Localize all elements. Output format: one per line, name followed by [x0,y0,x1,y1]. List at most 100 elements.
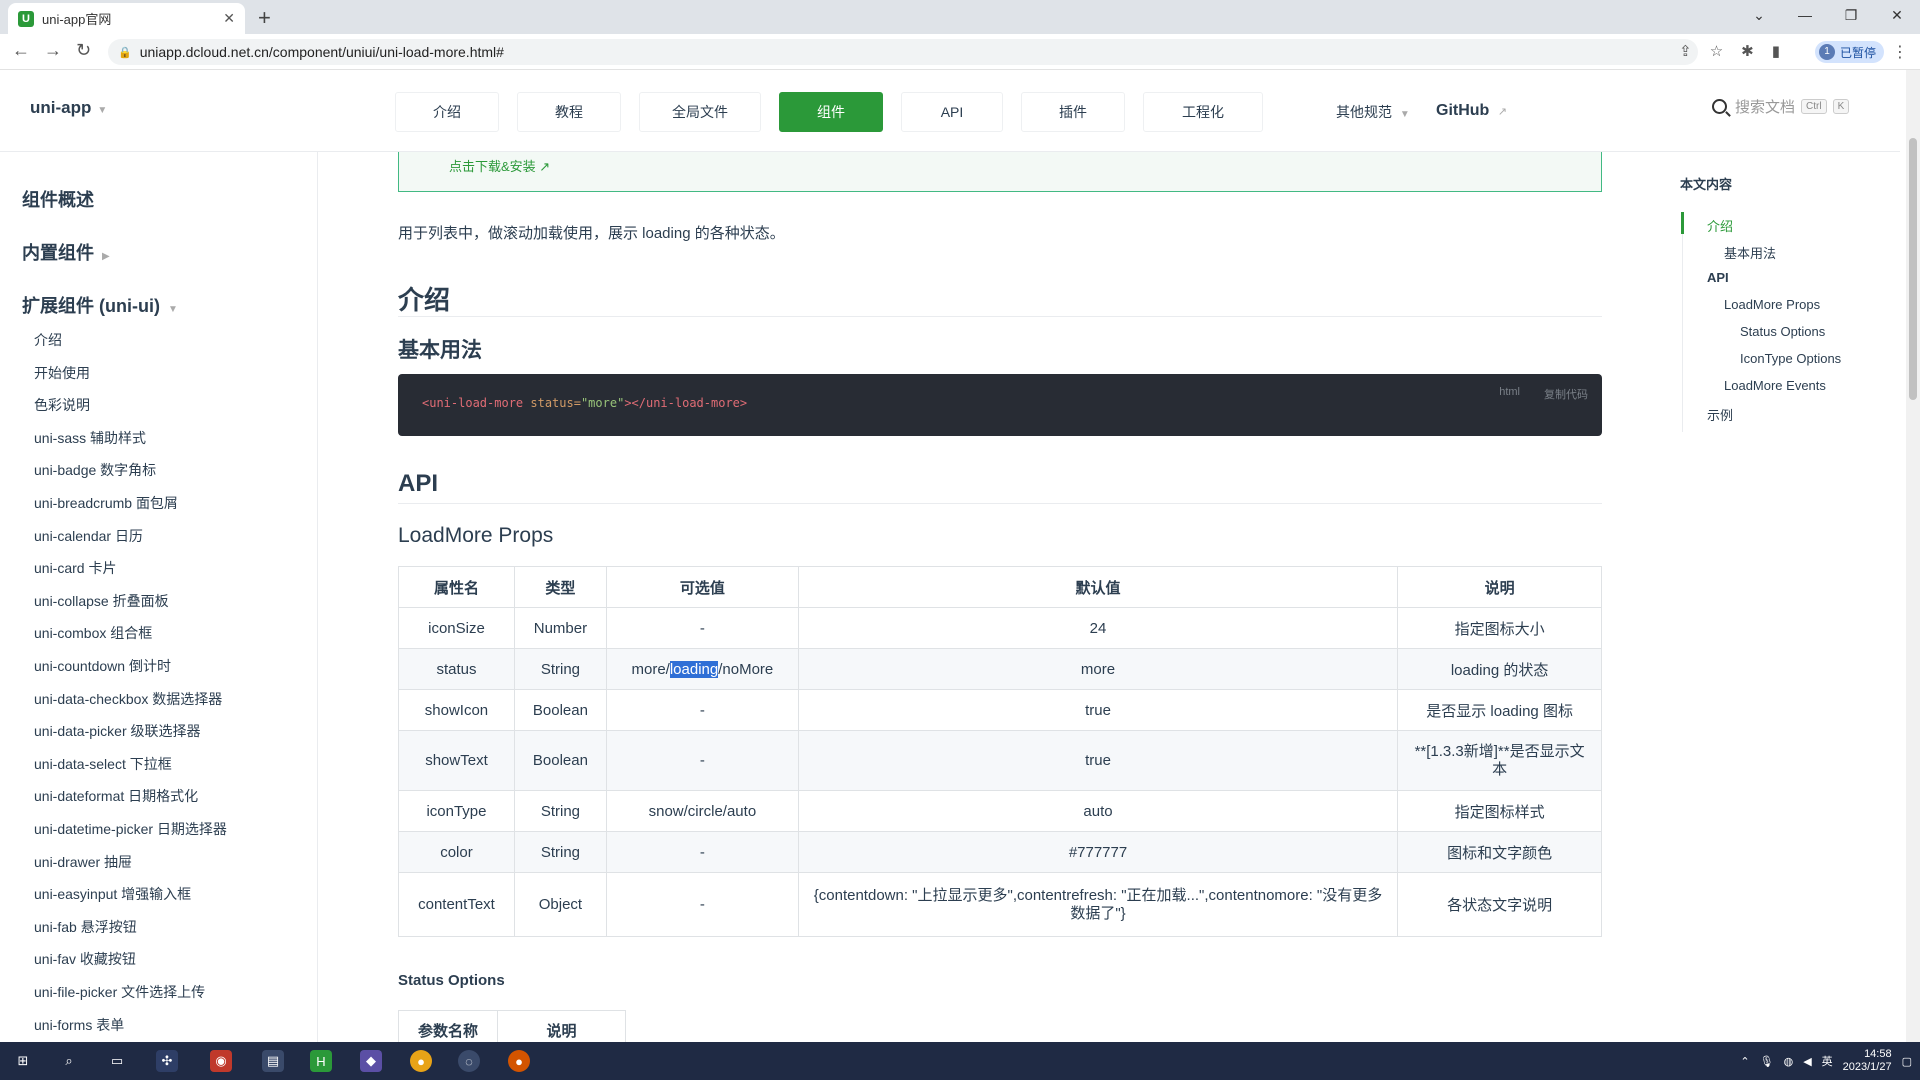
sidebar-item[interactable]: uni-data-select 下拉框 [34,754,172,774]
taskbar-app-icon[interactable]: ✣ [156,1050,178,1072]
toc-item-icontype-options[interactable]: IconType Options [1740,351,1841,366]
status-options-header-row: 参数名称 说明 [398,1010,626,1042]
taskbar-notepad-icon[interactable]: ▤ [262,1050,284,1072]
omnibox-icons: ⇪ ☆ ✱ ▮ [1679,42,1780,60]
download-install-link[interactable]: 点击下载&安装 ↗ [449,156,550,175]
main-content: 点击下载&安装 ↗ 用于列表中，做滚动加载使用，展示 loading 的各种状态… [398,152,1602,1042]
sidebar-item[interactable]: uni-sass 辅助样式 [34,428,146,448]
external-link-icon: ↗ [1497,106,1507,118]
sidebar-section-uniui[interactable]: 扩展组件 (uni-ui) ▼ [22,292,178,318]
reload-icon[interactable]: ↻ [76,40,91,61]
copy-code-button[interactable]: 复制代码 [1544,386,1588,402]
toc-item-loadmore-events[interactable]: LoadMore Events [1724,378,1826,393]
taskbar-app-icon[interactable]: ◉ [210,1050,232,1072]
tray-mic-icon[interactable]: 🎙 [1760,1055,1774,1068]
download-link-text: 点击下载&安装 [449,159,536,174]
sidebar-item[interactable]: 开始使用 [34,363,90,383]
new-tab-icon[interactable]: + [258,5,271,31]
forward-arrow-icon[interactable]: → [44,40,62,61]
sidebar-item[interactable]: uni-data-picker 级联选择器 [34,721,201,741]
sidebar-section-builtin[interactable]: 内置组件 ▶ [22,239,110,265]
restore-icon[interactable]: ❐ [1828,0,1874,30]
sidebar-item[interactable]: 介绍 [34,330,62,350]
table-cell: **[1.3.3新增]**是否显示文本 [1397,730,1602,791]
task-view-icon[interactable]: ▭ [106,1050,128,1072]
sidebar-section-label: 扩展组件 (uni-ui) [22,296,160,316]
tray-clock[interactable]: 14:58 2023/1/27 [1843,1048,1892,1074]
sidebar-item[interactable]: uni-countdown 倒计时 [34,656,171,676]
bookmark-star-icon[interactable]: ☆ [1710,42,1723,60]
minimize-icon[interactable]: — [1782,0,1828,30]
taskbar-chrome-active-icon[interactable]: ● [508,1050,530,1072]
code-lang-label: html [1499,386,1520,398]
search-input[interactable]: 搜索文档 Ctrl K [1712,96,1850,117]
toc-item-api[interactable]: API [1707,270,1729,285]
sidebar-item[interactable]: uni-fab 悬浮按钮 [34,917,137,937]
sidebar-item[interactable]: uni-card 卡片 [34,558,116,578]
tray-chevron-up-icon[interactable]: ⌃ [1740,1055,1749,1068]
address-bar: ← → ↻ 🔒 uniapp.dcloud.net.cn/component/u… [0,34,1920,70]
sidebar-item[interactable]: uni-drawer 抽屉 [34,852,132,872]
nav-api[interactable]: API [901,92,1003,132]
url-input[interactable]: 🔒 uniapp.dcloud.net.cn/component/uniui/u… [108,39,1698,65]
sidebar-item[interactable]: uni-breadcrumb 面包屑 [34,493,178,513]
table-cell: more [797,648,1399,690]
selected-text: loading [669,660,719,678]
extensions-puzzle-icon[interactable]: ✱ [1741,42,1754,60]
site-logo[interactable]: uni-app ▼ [30,98,107,118]
tab-close-icon[interactable]: ✕ [223,10,235,27]
page-scrollbar[interactable] [1906,70,1920,1042]
nav-global-files[interactable]: 全局文件 [639,92,761,132]
close-window-icon[interactable]: ✕ [1874,0,1920,30]
share-icon[interactable]: ⇪ [1679,42,1692,60]
nav-intro[interactable]: 介绍 [395,92,499,132]
table-cell: color [398,831,515,873]
taskbar-search-icon[interactable]: ⌕ [58,1050,80,1072]
toc-item-status-options[interactable]: Status Options [1740,324,1825,339]
side-panel-icon[interactable]: ▮ [1772,42,1780,60]
sidebar-item[interactable]: uni-badge 数字角标 [34,460,156,480]
nav-other-specs[interactable]: 其他规范 ▼ [1336,102,1410,122]
sidebar-item[interactable]: uni-combox 组合框 [34,623,152,643]
toc-item-intro[interactable]: 介绍 [1707,216,1733,235]
sidebar-item[interactable]: uni-dateformat 日期格式化 [34,786,198,806]
nav-tutorial[interactable]: 教程 [517,92,621,132]
taskbar-chrome-icon[interactable]: ● [410,1050,432,1072]
sidebar-item[interactable]: uni-collapse 折叠面板 [34,591,169,611]
sidebar-item[interactable]: uni-file-picker 文件选择上传 [34,982,205,1002]
profile-button[interactable]: 1 已暂停 [1814,41,1884,63]
notification-icon[interactable]: ▢ [1902,1055,1912,1068]
windows-start-icon[interactable]: ⊞ [12,1050,34,1072]
toc-item-loadmore-props[interactable]: LoadMore Props [1724,297,1820,312]
sidebar-item[interactable]: uni-datetime-picker 日期选择器 [34,819,227,839]
heading-status-options: Status Options [398,972,505,989]
sidebar-item[interactable]: uni-fav 收藏按钮 [34,949,136,969]
chevron-down-icon: ▼ [1399,109,1410,120]
sidebar-section-overview[interactable]: 组件概述 [22,186,94,212]
tray-network-icon[interactable]: ◍ [1784,1055,1794,1068]
tab-search-chevron-icon[interactable]: ⌄ [1736,0,1782,30]
sidebar-item[interactable]: uni-easyinput 增强输入框 [34,884,191,904]
table-row: showIcon Boolean - true 是否显示 loading 图标 [398,689,1602,731]
heading-api: API [398,470,439,497]
uni-app-favicon-icon: U [18,10,34,27]
taskbar-hbuilder-icon[interactable]: H [310,1050,332,1072]
back-arrow-icon[interactable]: ← [12,40,30,61]
sidebar-item[interactable]: uni-forms 表单 [34,1015,124,1035]
sidebar-item[interactable]: 色彩说明 [34,395,90,415]
taskbar-app-icon[interactable]: ◆ [360,1050,382,1072]
scrollbar-thumb[interactable] [1909,138,1917,400]
nav-plugins[interactable]: 插件 [1021,92,1125,132]
sidebar-item[interactable]: uni-data-checkbox 数据选择器 [34,689,222,709]
nav-components[interactable]: 组件 [779,92,883,132]
toc-item-basic-usage[interactable]: 基本用法 [1724,243,1776,262]
toc-item-examples[interactable]: 示例 [1707,405,1733,424]
tray-lang[interactable]: 英 [1822,1053,1833,1069]
nav-github[interactable]: GitHub ↗ [1436,102,1507,120]
tray-volume-icon[interactable]: ◀ [1803,1055,1811,1068]
nav-engineering[interactable]: 工程化 [1143,92,1263,132]
taskbar-chat-icon[interactable]: ◌ [458,1050,480,1072]
browser-menu-icon[interactable]: ⋮ [1892,42,1908,62]
browser-tab[interactable]: U uni-app官网 ✕ [8,3,245,34]
sidebar-item[interactable]: uni-calendar 日历 [34,526,143,546]
